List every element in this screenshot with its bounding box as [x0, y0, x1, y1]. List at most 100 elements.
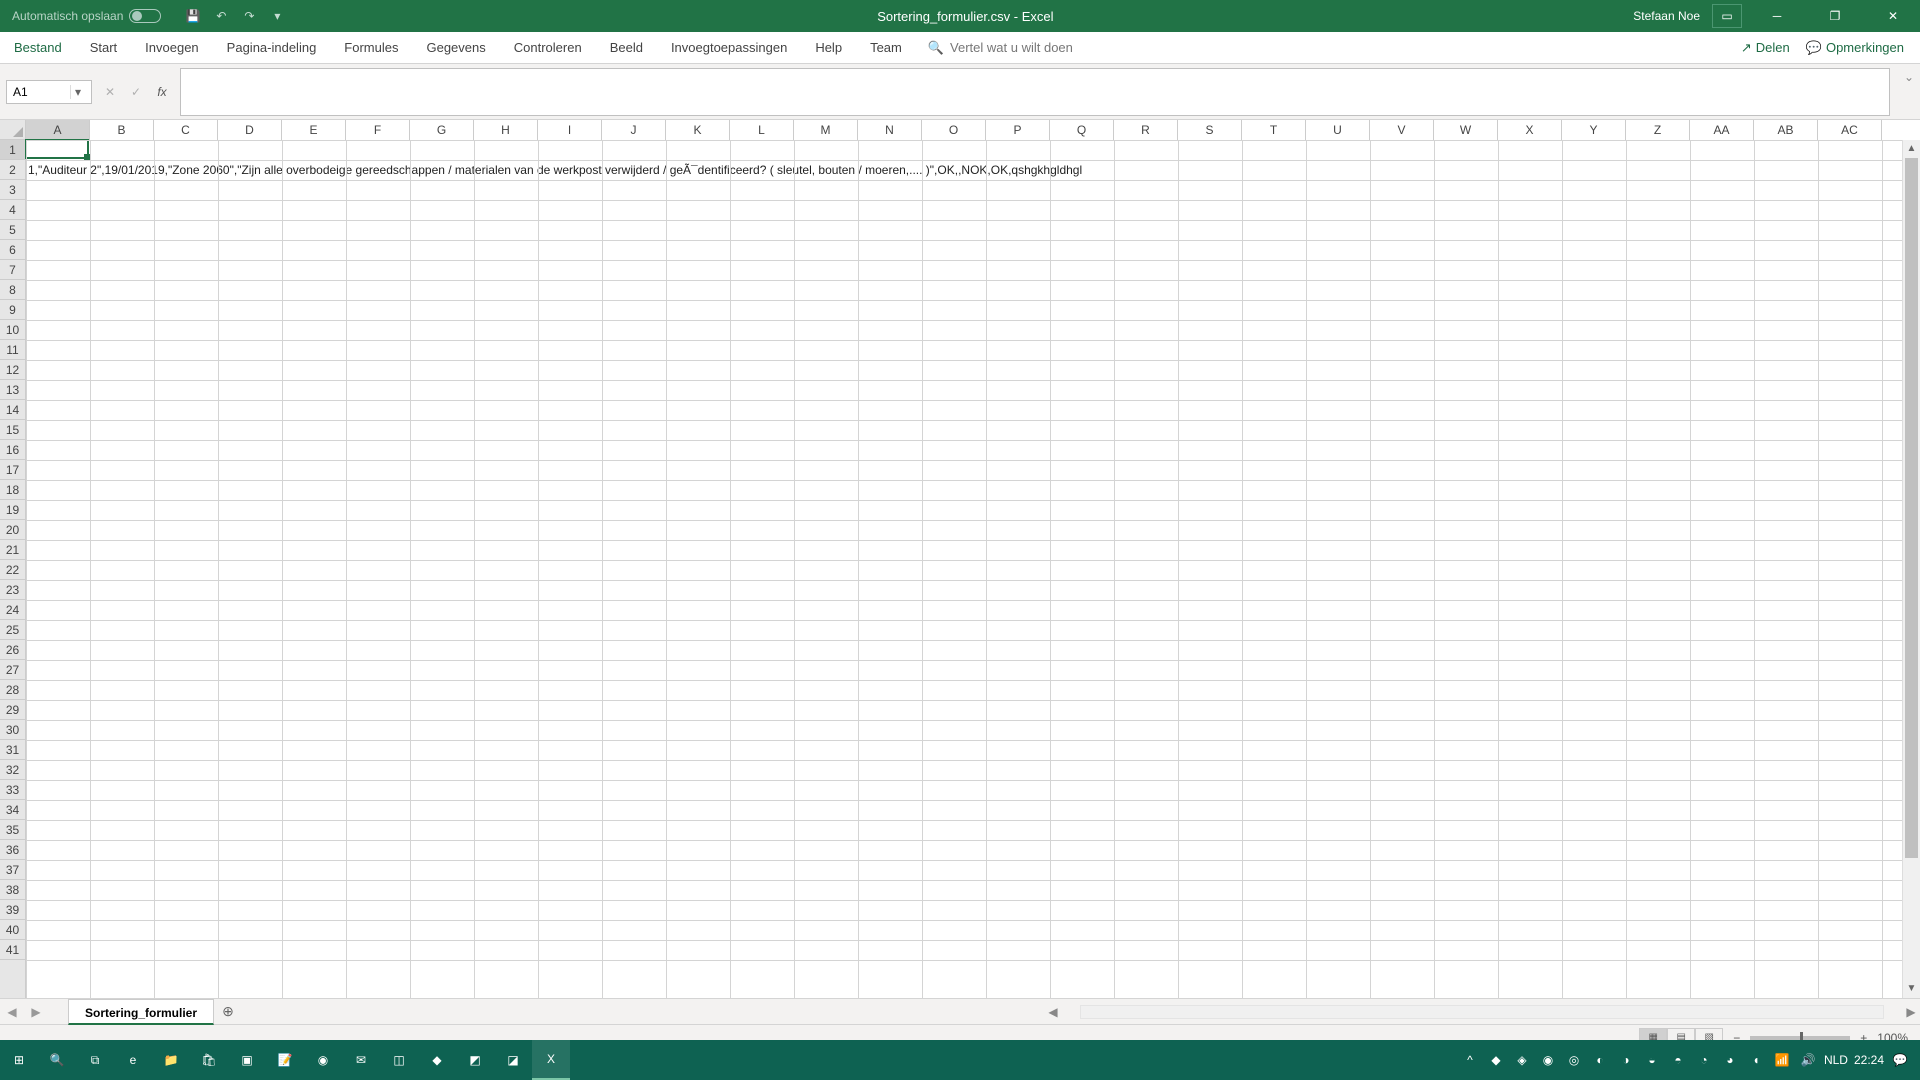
tab-formulas[interactable]: Formules [330, 32, 412, 63]
user-name[interactable]: Stefaan Noe [1633, 9, 1700, 23]
col-header-b[interactable]: B [90, 120, 154, 140]
col-header-aa[interactable]: AA [1690, 120, 1754, 140]
tray-network-icon[interactable]: 📶 [1772, 1050, 1792, 1070]
col-header-u[interactable]: U [1306, 120, 1370, 140]
col-header-f[interactable]: F [346, 120, 410, 140]
row-header-32[interactable]: 32 [0, 760, 25, 780]
col-header-r[interactable]: R [1114, 120, 1178, 140]
row-header-37[interactable]: 37 [0, 860, 25, 880]
row-header-1[interactable]: 1 [0, 140, 25, 160]
row-header-22[interactable]: 22 [0, 560, 25, 580]
col-header-x[interactable]: X [1498, 120, 1562, 140]
row-header-28[interactable]: 28 [0, 680, 25, 700]
name-box[interactable]: A1 ▾ [6, 80, 92, 104]
col-header-c[interactable]: C [154, 120, 218, 140]
tray-icon-4[interactable]: ◎ [1564, 1050, 1584, 1070]
row-header-34[interactable]: 34 [0, 800, 25, 820]
row-header-36[interactable]: 36 [0, 840, 25, 860]
ribbon-display-icon[interactable]: ▭ [1712, 4, 1742, 28]
row-header-11[interactable]: 11 [0, 340, 25, 360]
tray-icon-2[interactable]: ◈ [1512, 1050, 1532, 1070]
row-header-20[interactable]: 20 [0, 520, 25, 540]
fx-icon[interactable]: fx [150, 80, 174, 104]
row-header-31[interactable]: 31 [0, 740, 25, 760]
comments-button[interactable]: 💬 Opmerkingen [1806, 40, 1904, 56]
col-header-v[interactable]: V [1370, 120, 1434, 140]
share-button[interactable]: ↗ Delen [1741, 40, 1790, 56]
tab-help[interactable]: Help [801, 32, 856, 63]
col-header-k[interactable]: K [666, 120, 730, 140]
col-header-z[interactable]: Z [1626, 120, 1690, 140]
row-header-7[interactable]: 7 [0, 260, 25, 280]
save-icon[interactable]: 💾 [181, 4, 205, 28]
row-header-25[interactable]: 25 [0, 620, 25, 640]
col-header-e[interactable]: E [282, 120, 346, 140]
tray-icon-10[interactable]: ◕ [1720, 1050, 1740, 1070]
row-header-8[interactable]: 8 [0, 280, 25, 300]
app-icon-1[interactable]: ◆ [418, 1040, 456, 1080]
row-header-17[interactable]: 17 [0, 460, 25, 480]
col-header-t[interactable]: T [1242, 120, 1306, 140]
tray-icon-5[interactable]: ◐ [1590, 1050, 1610, 1070]
outlook-icon[interactable]: ◫ [380, 1040, 418, 1080]
hscroll-right-icon[interactable]: ▶ [1902, 1005, 1920, 1019]
tray-overflow-icon[interactable]: ^ [1460, 1050, 1480, 1070]
col-header-ac[interactable]: AC [1818, 120, 1882, 140]
select-all-corner[interactable] [0, 120, 26, 140]
row-header-41[interactable]: 41 [0, 940, 25, 960]
row-header-24[interactable]: 24 [0, 600, 25, 620]
notepad-icon[interactable]: 📝 [266, 1040, 304, 1080]
sheet-nav-prev[interactable]: ◀ [0, 1005, 24, 1019]
row-header-15[interactable]: 15 [0, 420, 25, 440]
sheet-tab-active[interactable]: Sortering_formulier [68, 999, 214, 1025]
col-header-y[interactable]: Y [1562, 120, 1626, 140]
mail-icon[interactable]: ✉ [342, 1040, 380, 1080]
name-box-dropdown-icon[interactable]: ▾ [70, 85, 85, 99]
tab-data[interactable]: Gegevens [412, 32, 499, 63]
vertical-scrollbar[interactable]: ▲ ▼ [1902, 140, 1920, 998]
cell-a2-content[interactable]: 1,"Auditeur 2",19/01/2019,"Zone 2060","Z… [26, 160, 1082, 180]
col-header-a[interactable]: A [26, 120, 90, 140]
tab-view[interactable]: Beeld [596, 32, 657, 63]
add-sheet-button[interactable]: ⊕ [214, 1003, 242, 1020]
row-header-3[interactable]: 3 [0, 180, 25, 200]
tray-language[interactable]: NLD [1824, 1053, 1848, 1067]
sheet-nav-next[interactable]: ▶ [24, 1005, 48, 1019]
tray-icon-3[interactable]: ◉ [1538, 1050, 1558, 1070]
autosave-toggle[interactable] [129, 9, 161, 23]
task-view-icon[interactable]: ⧉ [76, 1040, 114, 1080]
excel-taskbar-icon[interactable]: X [532, 1040, 570, 1080]
scroll-up-icon[interactable]: ▲ [1903, 140, 1920, 158]
redo-icon[interactable]: ↷ [237, 4, 261, 28]
col-header-o[interactable]: O [922, 120, 986, 140]
row-header-21[interactable]: 21 [0, 540, 25, 560]
row-header-18[interactable]: 18 [0, 480, 25, 500]
row-header-12[interactable]: 12 [0, 360, 25, 380]
tray-icon-9[interactable]: ◔ [1694, 1050, 1714, 1070]
row-header-19[interactable]: 19 [0, 500, 25, 520]
col-header-i[interactable]: I [538, 120, 602, 140]
action-center-icon[interactable]: 💬 [1890, 1050, 1910, 1070]
app-icon-3[interactable]: ◪ [494, 1040, 532, 1080]
hscroll-left-icon[interactable]: ◀ [1044, 1005, 1062, 1019]
tell-me-search[interactable]: 🔍 Vertel wat u wilt doen [928, 40, 1073, 56]
tab-addins[interactable]: Invoegtoepassingen [657, 32, 801, 63]
tab-file[interactable]: Bestand [0, 32, 76, 63]
store-icon[interactable]: 🛍 [190, 1040, 228, 1080]
row-header-38[interactable]: 38 [0, 880, 25, 900]
tray-icon-7[interactable]: ◒ [1642, 1050, 1662, 1070]
tab-page-layout[interactable]: Pagina-indeling [213, 32, 331, 63]
tray-volume-icon[interactable]: 🔊 [1798, 1050, 1818, 1070]
row-header-29[interactable]: 29 [0, 700, 25, 720]
col-header-d[interactable]: D [218, 120, 282, 140]
qat-customize-icon[interactable]: ▾ [265, 4, 289, 28]
app-icon-2[interactable]: ◩ [456, 1040, 494, 1080]
minimize-button[interactable]: ─ [1754, 0, 1800, 32]
search-taskbar-icon[interactable]: 🔍 [38, 1040, 76, 1080]
file-explorer-icon[interactable]: 📁 [152, 1040, 190, 1080]
horizontal-scrollbar[interactable] [1080, 1005, 1884, 1019]
active-cell[interactable] [25, 139, 89, 159]
row-header-35[interactable]: 35 [0, 820, 25, 840]
col-header-l[interactable]: L [730, 120, 794, 140]
row-header-23[interactable]: 23 [0, 580, 25, 600]
